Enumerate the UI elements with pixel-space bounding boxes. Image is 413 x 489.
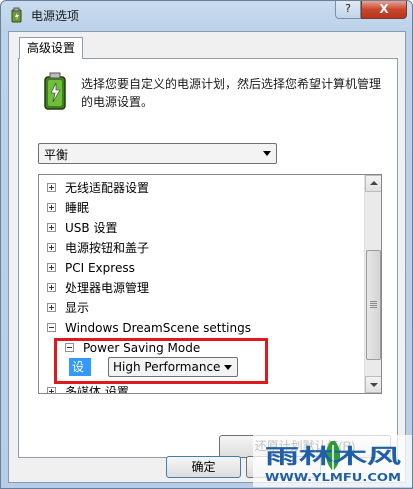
power-options-icon	[11, 7, 22, 23]
dialog-client: 高级设置 选择您要自定义的电源计划，然后选择您希望计算机管理的电源设置。 平衡 …	[8, 31, 406, 483]
description-text: 选择您要自定义的电源计划，然后选择您希望计算机管理的电源设置。	[81, 77, 382, 109]
expand-icon[interactable]	[47, 263, 56, 272]
tree-item-power-buttons[interactable]: 电源按钮和盖子	[47, 238, 149, 258]
watermark-brand: 雨林木风	[265, 444, 401, 468]
annotation-highlight-box	[54, 338, 268, 384]
tree-item-label: 无线适配器设置	[65, 181, 150, 195]
power-options-window: 电源选项 ? X 高级设置 选择您要自定义的电源计划，然后选择您希望计算机管理的…	[0, 0, 413, 489]
tree-item-sleep[interactable]: 睡眠	[47, 198, 89, 218]
tree-item-label: 睡眠	[65, 201, 90, 215]
power-plan-dropdown[interactable]: 平衡	[38, 143, 277, 164]
expand-icon[interactable]	[47, 183, 56, 192]
title-bar[interactable]: 电源选项 ? X	[1, 1, 412, 29]
tree-item-usb[interactable]: USB 设置	[47, 218, 117, 238]
tab-advanced-settings[interactable]: 高级设置	[19, 37, 84, 59]
expand-icon[interactable]	[47, 203, 56, 212]
tree-item-label: 处理器电源管理	[65, 281, 150, 295]
tree-item-label: Windows DreamScene settings	[65, 321, 251, 335]
tree-item-label: USB 设置	[65, 221, 118, 235]
collapse-icon[interactable]	[47, 323, 56, 332]
vertical-scrollbar[interactable]	[364, 175, 381, 393]
window-title: 电源选项	[31, 9, 80, 23]
tree-item-processor[interactable]: 处理器电源管理	[47, 278, 149, 298]
expand-icon[interactable]	[47, 223, 56, 232]
battery-plug-icon	[44, 72, 66, 110]
expand-icon[interactable]	[47, 283, 56, 292]
tree-item-dreamscene[interactable]: Windows DreamScene settings	[47, 318, 251, 338]
chevron-down-icon	[263, 151, 271, 156]
watermark-url: WWW.YLMFU.COM	[265, 471, 401, 484]
tree-item-label: 电源按钮和盖子	[65, 241, 150, 255]
expand-icon[interactable]	[47, 243, 56, 252]
tree-item-pci-express[interactable]: PCI Express	[47, 258, 135, 278]
tree-item-label: PCI Express	[65, 261, 135, 275]
watermark-logo: 雨林木风 WWW.YLMFU.COM	[253, 435, 412, 487]
help-button[interactable]: ?	[335, 1, 361, 19]
scroll-down-button[interactable]	[365, 376, 381, 393]
expand-icon[interactable]	[47, 303, 56, 312]
tree-item-wireless-adapter[interactable]: 无线适配器设置	[47, 178, 149, 198]
scroll-up-button[interactable]	[365, 175, 381, 192]
tree-item-label: 显示	[65, 301, 90, 315]
tab-panel: 选择您要自定义的电源计划，然后选择您希望计算机管理的电源设置。 平衡 无线适配器…	[18, 58, 398, 458]
tree-item-display[interactable]: 显示	[47, 298, 89, 318]
close-button[interactable]: X	[361, 1, 407, 19]
expand-icon[interactable]	[47, 387, 56, 393]
ok-button[interactable]: 确定	[166, 456, 241, 478]
plan-selected-value: 平衡	[44, 148, 69, 162]
scroll-thumb[interactable]	[366, 250, 381, 360]
